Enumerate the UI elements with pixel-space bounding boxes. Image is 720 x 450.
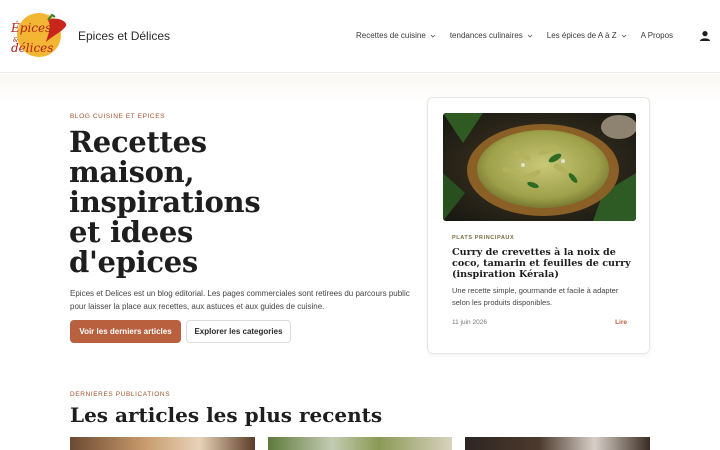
site-logo[interactable]: Épices & délices [8,12,70,58]
chevron-down-icon [527,34,533,38]
nav-item-label: tendances culinaires [449,31,523,40]
featured-article-excerpt: Une recette simple, gourmande et facile … [452,286,619,307]
latest-articles-button[interactable]: Voir les derniers articles [70,320,181,343]
hero-eyebrow: Blog cuisine et epices [70,113,166,120]
latest-section-title: Les articles les plus recents [70,403,383,427]
nav-item-label: A Propos [640,31,674,40]
svg-text:Épices: Épices [10,20,51,35]
user-icon[interactable] [699,30,711,42]
article-thumbnail[interactable] [465,437,650,450]
logo-graphic: Épices & délices [10,13,67,57]
site-header: Épices & délices Epices et Délices Recet… [0,0,720,73]
site-title[interactable]: Epices et Délices [78,29,170,43]
nav-item-tendances[interactable]: tendances culinaires [450,31,533,40]
curry-dish-image [443,113,636,221]
hero-description: Epices et Delices est un blog editorial.… [70,289,410,311]
featured-article-image[interactable] [443,113,636,221]
featured-article-card[interactable]: PLATS PRINCIPAUX Curry de crevettes à la… [427,97,650,354]
nav-item-label: Les épices de A à Z [546,31,617,40]
hero-title: Recettes maison, inspirations et idees d… [69,125,261,279]
article-thumbnail[interactable] [70,437,255,450]
nav-item-a-propos[interactable]: A Propos [641,31,673,40]
latest-eyebrow: Dernieres publications [70,391,171,398]
chevron-down-icon [621,34,626,38]
nav-item-recettes[interactable]: Recettes de cuisine [356,31,436,40]
svg-text:délices: délices [11,41,53,55]
explore-categories-button[interactable]: Explorer les categories [186,320,291,343]
featured-article-title[interactable]: Curry de crevettes à la noix de coco, ta… [452,247,637,280]
main-nav: Recettes de cuisine tendances culinaires… [356,31,687,40]
chevron-down-icon [430,34,436,38]
nav-item-label: Recettes de cuisine [356,31,426,40]
nav-item-epices[interactable]: Les épices de A à Z [547,31,627,40]
featured-article-category[interactable]: PLATS PRINCIPAUX [452,235,514,241]
featured-article-date: 11 juin 2026 [452,319,487,326]
article-thumbnail[interactable] [268,437,452,450]
read-article-link[interactable]: Lire [615,319,627,326]
